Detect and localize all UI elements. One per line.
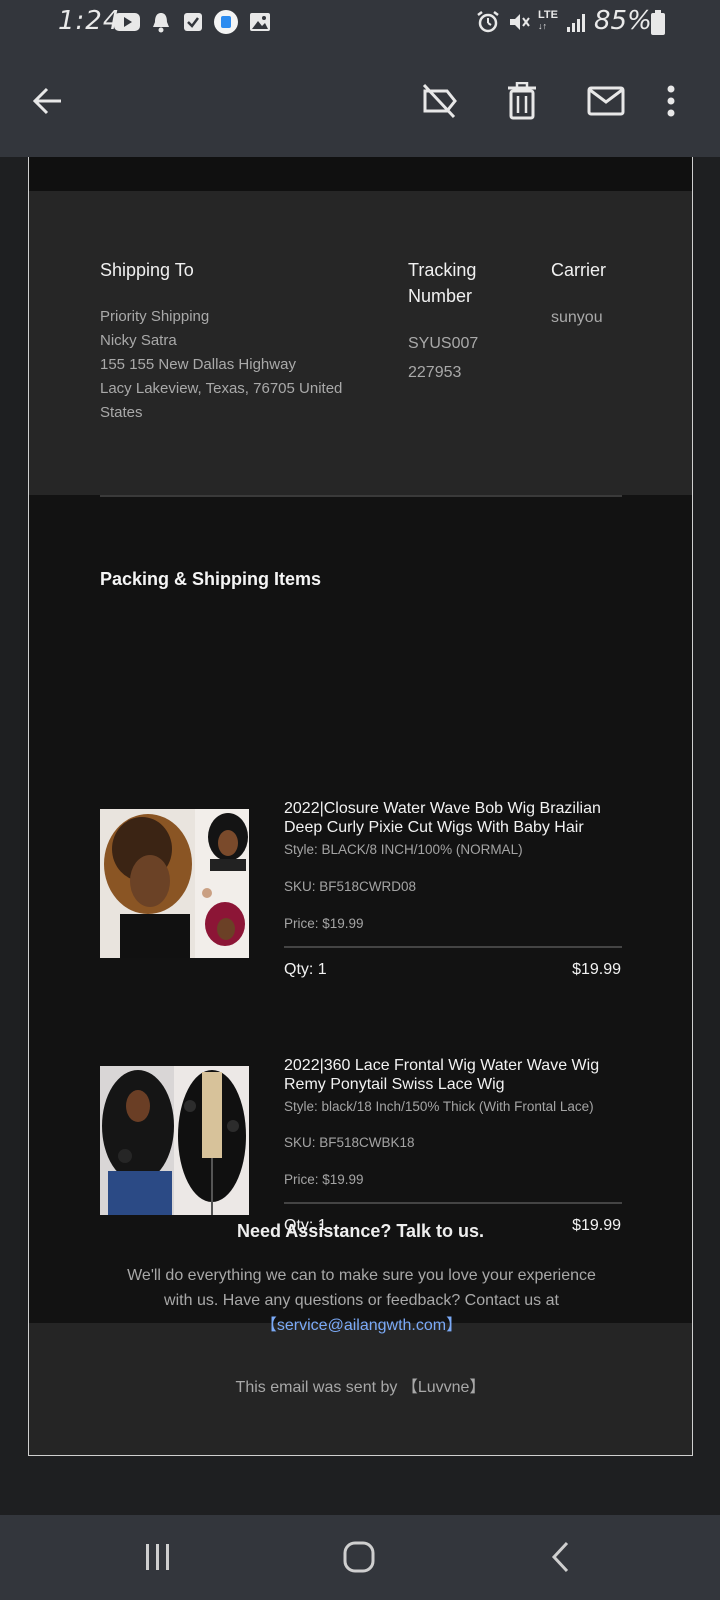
assistance-text: We'll do everything we can to make sure … — [109, 1263, 614, 1338]
tracking-title-line: Number — [408, 286, 473, 306]
shipping-address: Priority Shipping Nicky Satra 155 155 Ne… — [100, 305, 342, 425]
address-line: Lacy Lakeview, Texas, 76705 United — [100, 380, 343, 397]
label-off-icon — [422, 83, 457, 119]
email-toolbar — [0, 45, 720, 157]
system-nav-bar — [0, 1515, 720, 1600]
lte-icon: LTE ↓↑ — [538, 9, 558, 32]
address-line: Priority Shipping — [100, 308, 210, 325]
carrier-value: sunyou — [551, 309, 603, 326]
delete-icon — [508, 82, 536, 120]
battery-percent: 85% — [594, 6, 652, 36]
product-name[interactable]: 2022|360 Lace Frontal Wig Water Wave Wig… — [284, 1056, 629, 1094]
product-price: Price: $19.99 — [284, 1172, 364, 1187]
tracking-line: SYUS007 — [408, 335, 479, 352]
item-divider — [284, 946, 622, 948]
remove-label-button[interactable] — [416, 77, 464, 125]
youtube-icon — [114, 13, 140, 31]
back-button[interactable] — [24, 77, 72, 125]
home-button[interactable] — [334, 1535, 384, 1579]
delete-button[interactable] — [498, 77, 546, 125]
product-sku: SKU: BF518CWRD08 — [284, 879, 417, 894]
support-email-link[interactable]: 【service@ailangwth.com】 — [261, 1317, 462, 1334]
email-header-strip — [29, 157, 692, 191]
back-icon — [551, 1541, 569, 1573]
assistance-line: with us. Have any questions or feedback?… — [164, 1292, 559, 1309]
product-name-line: 2022|Closure Water Wave Bob Wig Brazilia… — [284, 800, 601, 817]
status-bar: 1:24 LTE ↓↑ 85% — [0, 0, 720, 45]
product-total: $19.99 — [572, 961, 621, 978]
tracking-number-title: Tracking Number — [408, 257, 476, 309]
product-name-line: 2022|360 Lace Frontal Wig Water Wave Wig — [284, 1057, 600, 1074]
product-image[interactable] — [100, 809, 249, 958]
product-photo-curly-bob — [100, 809, 249, 958]
product-style: Style: black/18 Inch/150% Thick (With Fr… — [284, 1099, 594, 1114]
recent-apps-button[interactable] — [133, 1535, 183, 1579]
product-name-line: Deep Curly Pixie Cut Wigs With Baby Hair — [284, 819, 584, 836]
items-panel: Packing & Shipping Items 2022|Closure Wa… — [29, 495, 692, 1323]
signal-icon — [567, 14, 585, 32]
mute-icon — [510, 14, 530, 30]
battery-icon — [651, 10, 665, 35]
more-vert-icon — [667, 85, 675, 117]
security-icon — [214, 10, 238, 34]
recent-apps-icon — [146, 1544, 169, 1570]
product-image[interactable] — [100, 1066, 249, 1215]
shipping-details-panel: Shipping To Priority Shipping Nicky Satr… — [29, 191, 692, 495]
alarm-icon — [477, 11, 499, 33]
product-sku: SKU: BF518CWBK18 — [284, 1135, 415, 1150]
assistance-title: Need Assistance? Talk to us. — [236, 1221, 485, 1241]
address-line: States — [100, 404, 143, 421]
bell-icon — [153, 13, 169, 33]
product-style: Style: BLACK/8 INCH/100% (NORMAL) — [284, 842, 523, 857]
carrier-title: Carrier — [551, 260, 607, 280]
status-time: 1:24 — [58, 6, 121, 36]
product-name[interactable]: 2022|Closure Water Wave Bob Wig Brazilia… — [284, 799, 629, 837]
arrow-left-icon — [32, 87, 61, 115]
tracking-number[interactable]: SYUS007 227953 — [408, 329, 478, 387]
more-options-button[interactable] — [656, 77, 686, 125]
section-divider — [100, 495, 622, 497]
items-section-title: Packing & Shipping Items — [100, 569, 322, 589]
product-qty: Qty: 1 — [284, 961, 327, 978]
email-body: Shipping To Priority Shipping Nicky Satr… — [28, 157, 693, 1456]
mark-unread-button[interactable] — [582, 77, 630, 125]
mail-icon — [587, 86, 625, 116]
checkbox-icon — [184, 13, 202, 31]
product-price: Price: $19.99 — [284, 916, 364, 931]
image-icon — [250, 13, 270, 31]
address-line: Nicky Satra — [100, 332, 177, 349]
sent-by-text: This email was sent by 【Luvvne】 — [235, 1379, 486, 1396]
nav-back-button[interactable] — [536, 1535, 586, 1579]
tracking-title-line: Tracking — [408, 260, 477, 280]
shipping-to-title: Shipping To — [100, 260, 194, 280]
home-icon — [343, 1541, 375, 1573]
address-line: 155 155 New Dallas Highway — [100, 356, 296, 373]
assistance-line: We'll do everything we can to make sure … — [127, 1267, 596, 1284]
product-name-line: Remy Ponytail Swiss Lace Wig — [284, 1076, 505, 1093]
product-photo-lace-frontal — [100, 1066, 249, 1215]
item-divider — [284, 1202, 622, 1204]
tracking-line: 227953 — [408, 364, 462, 381]
